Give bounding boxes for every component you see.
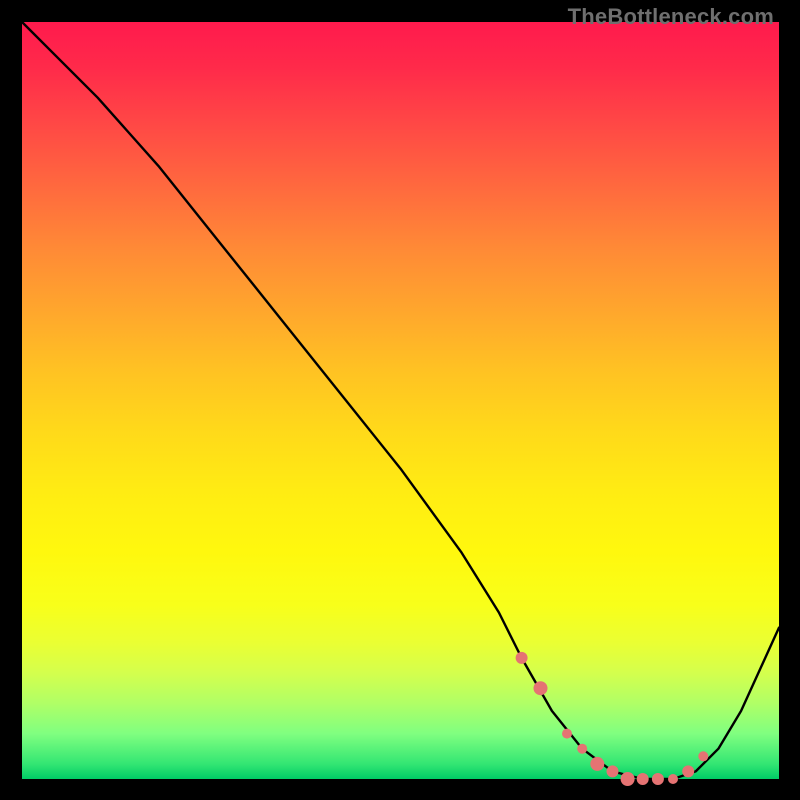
highlight-dot [698, 751, 708, 761]
highlight-dots [516, 652, 709, 786]
highlight-dot [534, 681, 548, 695]
highlight-dot [607, 765, 619, 777]
highlight-dot [590, 757, 604, 771]
highlight-dot [652, 773, 664, 785]
watermark-text: TheBottleneck.com [568, 4, 774, 30]
highlight-dot [682, 765, 694, 777]
highlight-dot [621, 772, 635, 786]
bottleneck-curve [22, 22, 779, 779]
plot-area [22, 22, 779, 779]
highlight-dot [562, 729, 572, 739]
highlight-dot [516, 652, 528, 664]
highlight-dot [637, 773, 649, 785]
highlight-dot [668, 774, 678, 784]
highlight-dot [577, 744, 587, 754]
chart-frame: TheBottleneck.com [0, 0, 800, 800]
curve-svg [22, 22, 779, 779]
